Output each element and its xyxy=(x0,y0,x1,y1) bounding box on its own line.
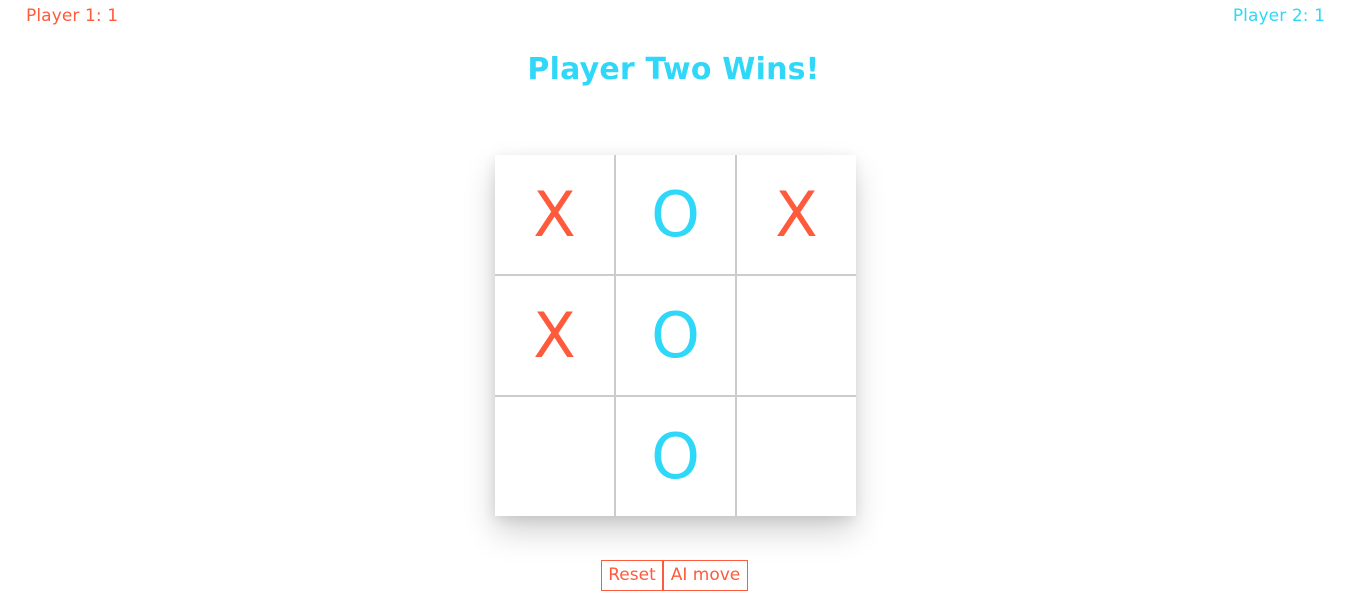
board-cell-2[interactable]: O xyxy=(616,155,735,274)
board-cell-9[interactable] xyxy=(737,397,856,516)
player-1-score: Player 1: 1 xyxy=(26,6,119,26)
board-cell-5[interactable]: O xyxy=(616,276,735,395)
reset-button[interactable]: Reset xyxy=(601,560,663,591)
board-cell-1[interactable]: X xyxy=(495,155,614,274)
game-status-message: Player Two Wins! xyxy=(527,52,820,87)
board-cell-6[interactable] xyxy=(737,276,856,395)
game-controls: Reset AI move xyxy=(601,560,748,591)
board-cell-7[interactable] xyxy=(495,397,614,516)
board-cell-8[interactable]: O xyxy=(616,397,735,516)
board-cell-4[interactable]: X xyxy=(495,276,614,395)
board-cell-3[interactable]: X xyxy=(737,155,856,274)
player-2-score: Player 2: 1 xyxy=(1232,6,1325,26)
tic-tac-toe-page: Player 1: 1 Player 2: 1 Player Two Wins!… xyxy=(0,0,1347,613)
ai-move-button[interactable]: AI move xyxy=(663,560,748,591)
game-board: X O X X O O xyxy=(495,155,856,516)
